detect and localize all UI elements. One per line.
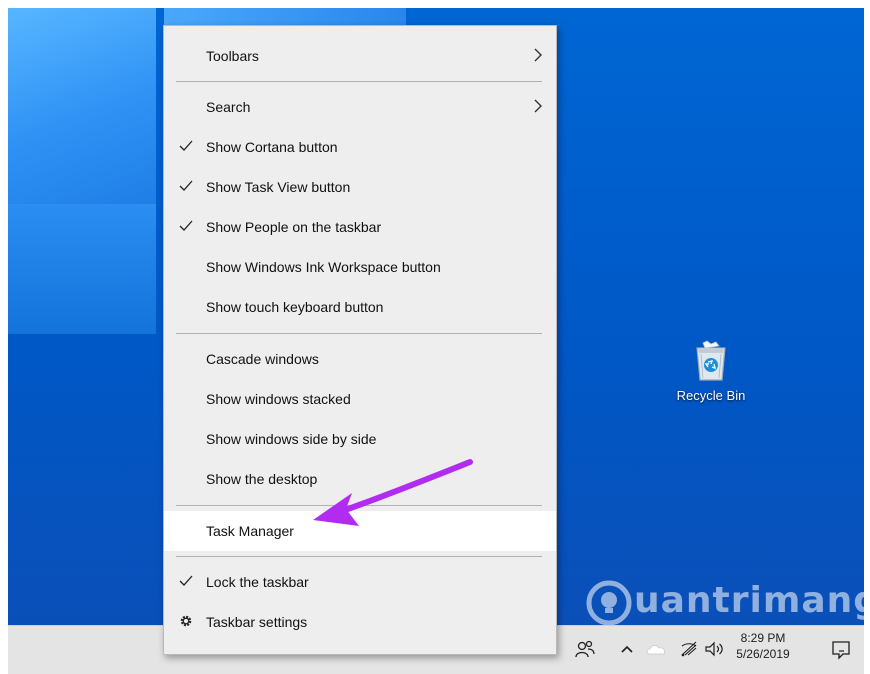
clock-time: 8:29 PM: [740, 631, 786, 645]
menu-item-toolbars[interactable]: Toolbars: [164, 36, 556, 76]
recycle-bin-icon: [696, 340, 726, 381]
taskbar-context-menu[interactable]: Toolbars Search Show Cortana button Show…: [163, 25, 557, 655]
menu-item-label: Taskbar settings: [206, 614, 308, 630]
menu-item-show-people[interactable]: Show People on the taskbar: [164, 207, 556, 247]
menu-item-label: Show Windows Ink Workspace button: [206, 259, 441, 275]
menu-item-show-touch-keyboard-button[interactable]: Show touch keyboard button: [164, 287, 556, 327]
lightbulb-icon: [586, 580, 632, 626]
menu-item-label: Show People on the taskbar: [206, 219, 382, 235]
clock-date: 5/26/2019: [736, 647, 790, 661]
chevron-right-icon: [534, 48, 542, 62]
menu-item-show-the-desktop[interactable]: Show the desktop: [164, 459, 556, 499]
menu-item-search[interactable]: Search: [164, 87, 556, 127]
checkmark-icon: [179, 180, 193, 191]
checkmark-icon: [179, 575, 193, 586]
menu-item-taskbar-settings[interactable]: Taskbar settings: [164, 602, 556, 642]
menu-separator: [176, 556, 542, 557]
watermark-text: uantrimang: [634, 580, 870, 621]
volume-icon[interactable]: [704, 640, 726, 663]
menu-item-label: Show Task View button: [206, 179, 351, 195]
menu-item-label: Show windows stacked: [206, 391, 351, 407]
gear-icon: [180, 615, 192, 627]
wallpaper-light-pane: [164, 8, 406, 26]
menu-item-label: Show touch keyboard button: [206, 299, 384, 315]
checkmark-icon: [179, 140, 193, 151]
wifi-icon[interactable]: [679, 640, 699, 663]
menu-item-label: Show windows side by side: [206, 431, 377, 447]
menu-item-show-windows-stacked[interactable]: Show windows stacked: [164, 379, 556, 419]
taskbar-clock[interactable]: 8:29 PM 5/26/2019: [733, 630, 793, 662]
wallpaper-light-pane: [8, 204, 156, 334]
menu-item-show-cortana-button[interactable]: Show Cortana button: [164, 127, 556, 167]
recycle-bin-desktop-icon[interactable]: Recycle Bin: [666, 340, 756, 403]
menu-item-show-windows-side-by-side[interactable]: Show windows side by side: [164, 419, 556, 459]
menu-item-label: Toolbars: [206, 48, 259, 64]
menu-item-task-manager[interactable]: Task Manager: [164, 511, 556, 551]
chevron-right-icon: [534, 99, 542, 113]
menu-item-label: Show Cortana button: [206, 139, 338, 155]
menu-item-lock-the-taskbar[interactable]: Lock the taskbar: [164, 562, 556, 602]
action-center-icon[interactable]: [831, 640, 851, 665]
recycle-bin-label: Recycle Bin: [676, 388, 746, 403]
menu-item-label: Cascade windows: [206, 351, 319, 367]
menu-item-label: Lock the taskbar: [206, 574, 309, 590]
menu-item-show-ink-workspace-button[interactable]: Show Windows Ink Workspace button: [164, 247, 556, 287]
checkmark-icon: [179, 220, 193, 231]
menu-item-show-task-view-button[interactable]: Show Task View button: [164, 167, 556, 207]
menu-separator: [176, 505, 542, 506]
menu-separator: [176, 333, 542, 334]
people-icon[interactable]: [575, 640, 595, 663]
onedrive-cloud-icon[interactable]: [646, 640, 668, 663]
menu-item-label: Show the desktop: [206, 471, 318, 487]
chevron-up-icon[interactable]: [620, 640, 634, 663]
menu-separator: [176, 81, 542, 82]
wallpaper-light-pane: [8, 8, 156, 204]
menu-item-cascade-windows[interactable]: Cascade windows: [164, 339, 556, 379]
menu-item-label: Task Manager: [206, 523, 294, 539]
menu-item-label: Search: [206, 99, 251, 115]
